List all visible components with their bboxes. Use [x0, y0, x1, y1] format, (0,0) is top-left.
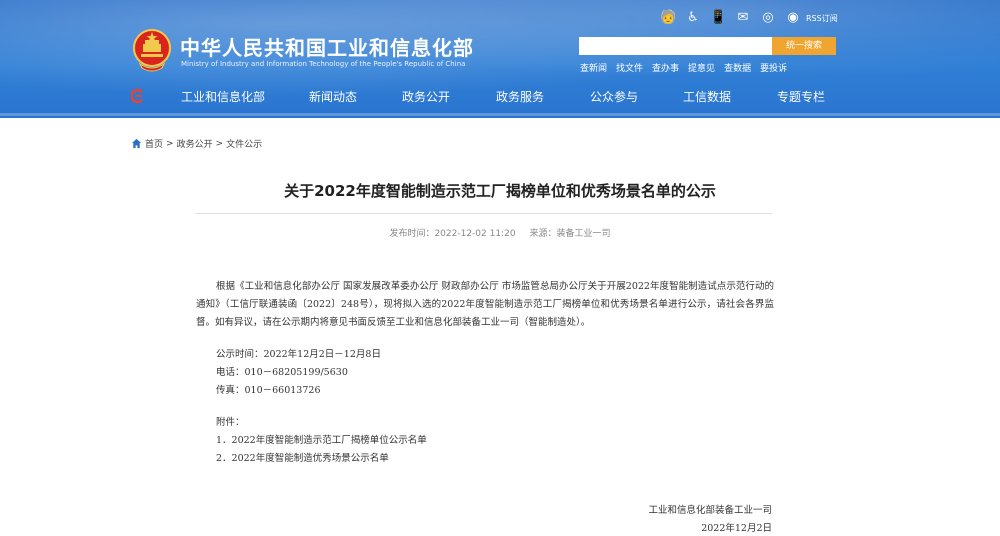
- weibo-icon[interactable]: ◉: [785, 10, 801, 26]
- quick-link-files[interactable]: 找文件: [616, 61, 643, 74]
- nav-item-ministry[interactable]: 工业和信息化部: [181, 88, 265, 105]
- notice-period: 公示时间：2022年12月2日－12月8日: [216, 349, 381, 360]
- main-nav: 工业和信息化部 新闻动态 政务公开 政务服务 公众参与 工信数据 专题专栏: [0, 84, 1000, 110]
- signature-org: 工业和信息化部装备工业一司: [648, 505, 772, 516]
- breadcrumb-separator: >: [166, 138, 174, 149]
- quick-link-news[interactable]: 查新闻: [580, 61, 607, 74]
- breadcrumb-home[interactable]: 首页: [145, 137, 163, 150]
- signature-date: 2022年12月2日: [701, 523, 772, 534]
- contact-fax: 传真：010－66013726: [216, 385, 321, 396]
- nav-item-data[interactable]: 工信数据: [683, 88, 731, 105]
- site-title-en: Ministry of Industry and Information Tec…: [181, 60, 466, 68]
- quick-link-data[interactable]: 查数据: [724, 61, 751, 74]
- search-input[interactable]: [579, 37, 772, 55]
- nav-item-topics[interactable]: 专题专栏: [777, 88, 825, 105]
- national-emblem-icon[interactable]: [132, 28, 172, 72]
- breadcrumb-separator: >: [215, 138, 224, 149]
- mobile-icon[interactable]: 📱: [710, 10, 726, 26]
- attachment-link[interactable]: 1．2022年度智能制造示范工厂揭榜单位公示名单: [196, 432, 774, 450]
- publish-time: 发布时间：2022-12-02 11:20: [389, 229, 516, 239]
- site-title-cn[interactable]: 中华人民共和国工业和信息化部: [180, 32, 474, 61]
- breadcrumb-government-affairs[interactable]: 政务公开: [177, 137, 213, 150]
- quick-link-feedback[interactable]: 提意见: [688, 61, 715, 74]
- quick-links: 查新闻 找文件 查办事 提意见 查数据 要投诉: [580, 61, 787, 74]
- accessibility-icon[interactable]: ♿: [685, 10, 701, 26]
- paragraph-line: 根据《工业和信息化部办公厅 国家发展改革委办公厅 财政部办公厅 市场监管总局办公…: [216, 281, 727, 292]
- nav-item-news[interactable]: 新闻动态: [309, 88, 357, 105]
- nav-item-public-participation[interactable]: 公众参与: [590, 88, 638, 105]
- elder-mode-icon[interactable]: 🧓: [660, 10, 676, 26]
- search-button[interactable]: 统一搜索: [772, 37, 836, 55]
- nav-item-services[interactable]: 政务服务: [496, 88, 544, 105]
- quick-link-complaint[interactable]: 要投诉: [760, 61, 787, 74]
- article-title: 关于2022年度智能制造示范工厂揭榜单位和优秀场景名单的公示: [284, 182, 716, 200]
- body-paragraph: 根据《工业和信息化部办公厅 国家发展改革委办公厅 财政部办公厅 市场监管总局办公…: [196, 278, 774, 332]
- mail-icon[interactable]: ✉: [735, 10, 751, 26]
- breadcrumb-file-notice[interactable]: 文件公示: [226, 137, 262, 150]
- quick-link-services[interactable]: 查办事: [652, 61, 679, 74]
- article-source: 来源：装备工业一司: [529, 229, 611, 239]
- nav-item-government-affairs[interactable]: 政务公开: [402, 88, 450, 105]
- title-divider: [195, 213, 772, 214]
- breadcrumb: 首页 > 政务公开 > 文件公示: [131, 137, 262, 150]
- article-meta: 发布时间：2022-12-02 11:20 来源：装备工业一司: [0, 226, 1000, 239]
- attachment-link[interactable]: 2．2022年度智能制造优秀场景公示名单: [196, 450, 774, 468]
- site-header: 中华人民共和国工业和信息化部 Ministry of Industry and …: [0, 0, 1000, 118]
- attachments-label: 附件：: [216, 417, 245, 428]
- contact-phone: 电话：010－68205199/5630: [216, 367, 348, 378]
- home-icon[interactable]: [131, 138, 142, 149]
- rss-link[interactable]: RSS订阅: [806, 13, 838, 24]
- wechat-icon[interactable]: ◎: [760, 10, 776, 26]
- article-body: 根据《工业和信息化部办公厅 国家发展改革委办公厅 财政部办公厅 市场监管总局办公…: [196, 278, 774, 468]
- nav-divider: [0, 113, 1000, 116]
- top-utility-bar: 🧓 ♿ 📱 ✉ ◎ ◉ RSS订阅: [660, 10, 838, 26]
